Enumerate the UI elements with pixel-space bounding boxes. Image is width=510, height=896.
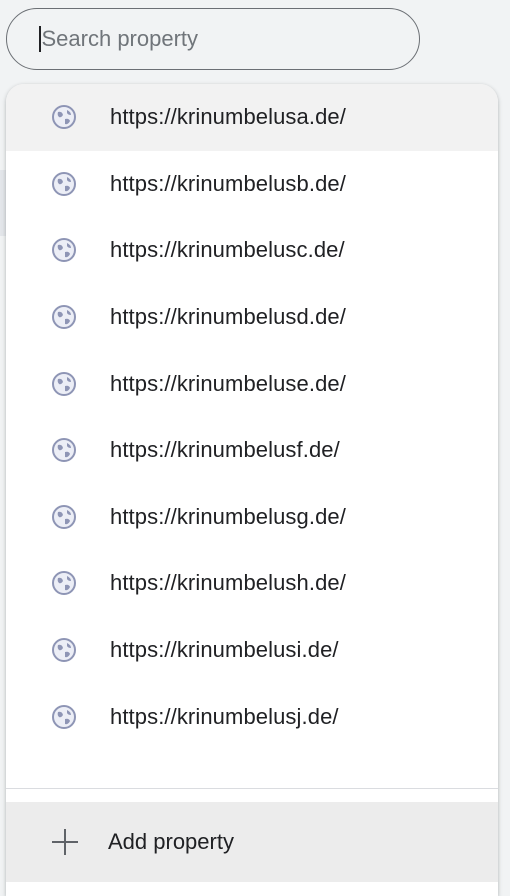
property-item[interactable]: https://krinumbelusi.de/ <box>6 617 498 684</box>
globe-icon <box>52 105 76 130</box>
globe-icon <box>52 638 76 663</box>
divider <box>6 788 498 789</box>
property-url: https://krinumbelusd.de/ <box>110 304 346 330</box>
property-url: https://krinumbelusc.de/ <box>110 237 345 263</box>
property-item[interactable]: https://krinumbelusg.de/ <box>6 484 498 551</box>
add-property-label: Add property <box>108 829 234 854</box>
property-url: https://krinumbelusi.de/ <box>110 637 339 663</box>
text-cursor <box>39 26 41 52</box>
globe-icon <box>52 504 76 529</box>
add-property-button[interactable]: Add property <box>6 802 498 882</box>
property-item[interactable]: https://krinumbelusb.de/ <box>6 151 498 218</box>
plus-icon <box>52 829 78 855</box>
property-url: https://krinumbelusj.de/ <box>110 703 339 729</box>
globe-icon <box>52 238 76 263</box>
search-input[interactable] <box>41 26 382 52</box>
property-url: https://krinumbelush.de/ <box>110 570 346 596</box>
property-item[interactable]: https://krinumbelusa.de/ <box>6 84 498 151</box>
property-url: https://krinumbelusf.de/ <box>110 437 340 463</box>
globe-icon <box>52 571 76 596</box>
property-url: https://krinumbelusa.de/ <box>110 104 346 130</box>
property-item[interactable]: https://krinumbelusf.de/ <box>6 417 498 484</box>
property-item[interactable]: https://krinumbelush.de/ <box>6 550 498 617</box>
property-item[interactable]: https://krinumbelusj.de/ <box>6 683 498 750</box>
property-item[interactable]: https://krinumbelusd.de/ <box>6 284 498 351</box>
property-url: https://krinumbelusb.de/ <box>110 170 346 196</box>
property-url: https://krinumbeluse.de/ <box>110 370 346 396</box>
property-url: https://krinumbelusg.de/ <box>110 503 346 529</box>
globe-icon <box>52 171 76 196</box>
globe-icon <box>52 371 76 396</box>
globe-icon <box>52 305 76 330</box>
property-list: https://krinumbelusa.de/ https://krinumb… <box>6 84 498 750</box>
globe-icon <box>52 704 76 729</box>
property-item[interactable]: https://krinumbelusc.de/ <box>6 217 498 284</box>
globe-icon <box>52 438 76 463</box>
property-item[interactable]: https://krinumbeluse.de/ <box>6 350 498 417</box>
search-box[interactable] <box>6 8 420 70</box>
property-dropdown: https://krinumbelusa.de/ https://krinumb… <box>6 84 498 896</box>
